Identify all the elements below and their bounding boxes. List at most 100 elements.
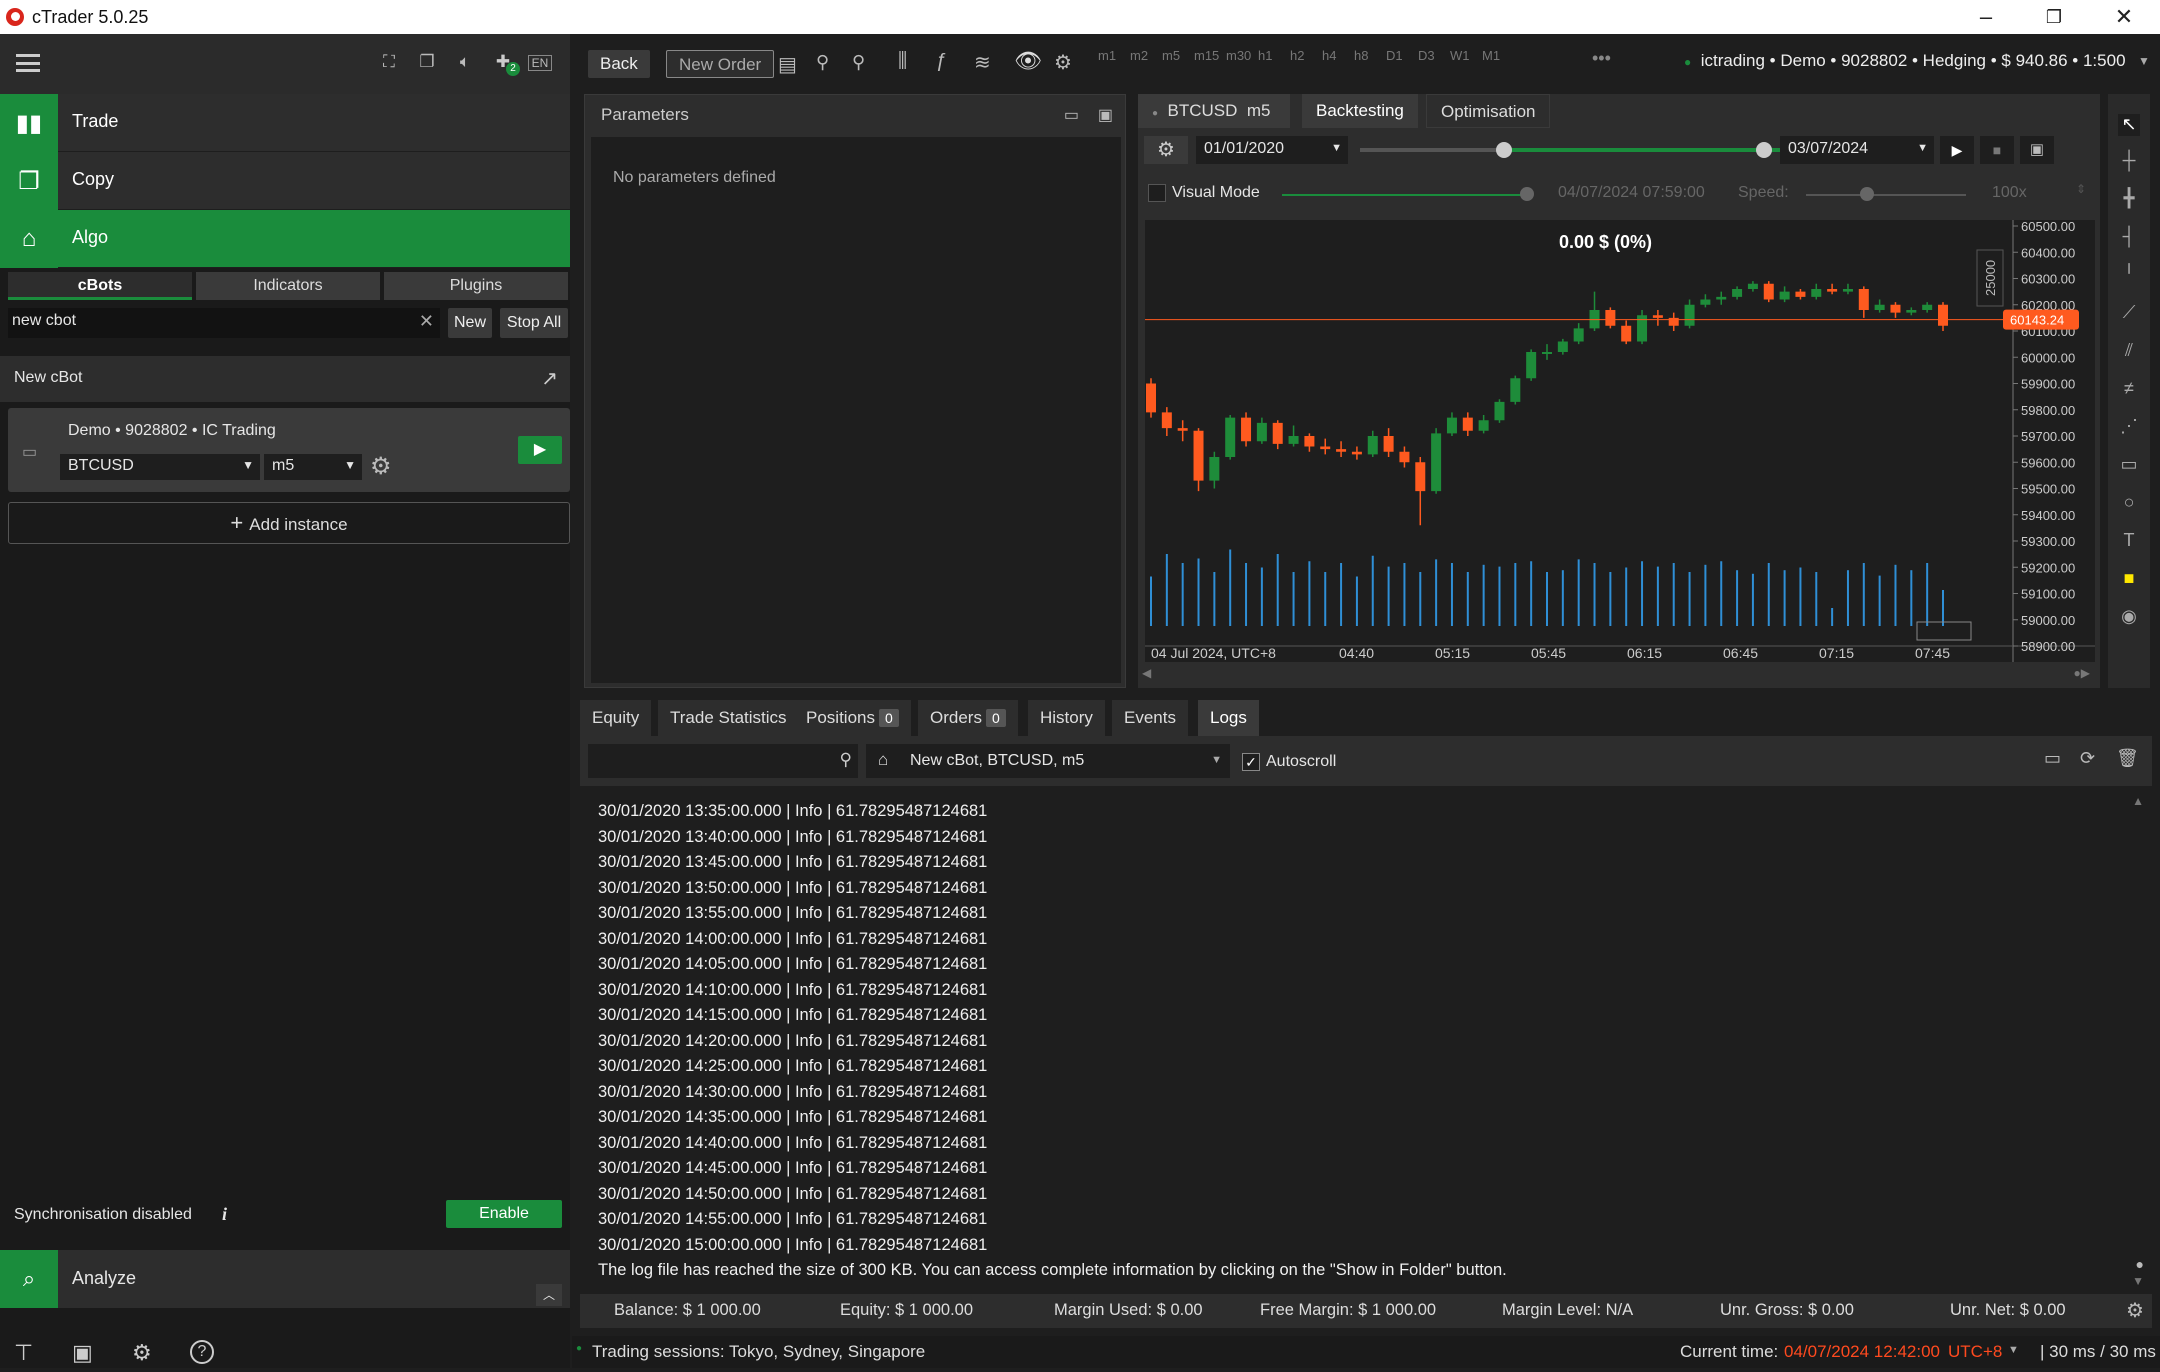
scroll-up-icon[interactable]: ▲ <box>2132 794 2144 808</box>
timeframe-h1[interactable]: h1 <box>1258 48 1272 63</box>
color-picker-icon[interactable]: ■ <box>2118 568 2140 590</box>
info-icon[interactable]: i <box>222 1204 227 1225</box>
layers-icon[interactable]: ≋ <box>974 50 991 75</box>
minimize-button[interactable]: – <box>1952 0 2020 34</box>
nav-algo[interactable]: ⌂ Algo <box>0 210 570 268</box>
timeframe-m5[interactable]: m5 <box>1162 48 1180 63</box>
tab-backtesting[interactable]: Backtesting <box>1302 94 1418 128</box>
timeframe-h8[interactable]: h8 <box>1354 48 1368 63</box>
chevron-down-icon[interactable]: ▼ <box>2138 54 2150 68</box>
new-cbot-button[interactable]: New <box>448 308 492 338</box>
sound-icon[interactable]: 🔈︎ <box>452 52 478 74</box>
timeframe-m1[interactable]: m1 <box>1098 48 1116 63</box>
collapse-icon[interactable]: ︿ <box>536 1284 562 1306</box>
nav-trade[interactable]: ▮▮ Trade <box>0 94 570 152</box>
tab-history[interactable]: History <box>1028 700 1105 736</box>
rectangle-icon[interactable]: ▭ <box>2118 454 2140 476</box>
cbot-instance[interactable]: ▭ Demo • 9028802 • IC Trading BTCUSD ▼ m… <box>8 408 570 492</box>
show-folder-icon[interactable]: ▭ <box>2044 748 2061 769</box>
indicator-icon[interactable]: ƒ <box>936 50 947 73</box>
menu-icon[interactable] <box>16 54 40 72</box>
cbot-group-header[interactable]: New cBot ↗ <box>0 356 570 402</box>
speed-slider-handle[interactable] <box>1860 187 1874 201</box>
tab-positions[interactable]: Positions 0 <box>794 700 911 736</box>
timeframe-w1[interactable]: W1 <box>1450 48 1470 63</box>
add-instance-button[interactable]: + Add instance <box>8 502 570 544</box>
tab-indicators[interactable]: Indicators <box>196 272 380 300</box>
windows-icon[interactable]: ❐ <box>414 52 440 74</box>
scroll-down-icon[interactable]: ▼ <box>2132 1274 2144 1288</box>
range-start-handle[interactable] <box>1496 142 1512 158</box>
timeframe-m15[interactable]: m15 <box>1194 48 1219 63</box>
delete-icon[interactable]: 🗑︎ <box>2116 748 2139 769</box>
scroll-left-icon[interactable]: ◀ <box>1142 666 1151 680</box>
tab-plugins[interactable]: Plugins <box>384 272 568 300</box>
tab-trade-statistics[interactable]: Trade Statistics <box>658 700 799 736</box>
zoom-out-icon[interactable]: ⚲ <box>816 52 829 73</box>
speed-stepper-icon[interactable]: ⇕ <box>2076 182 2086 196</box>
vertical-line-icon[interactable]: ┤ <box>2118 226 2140 248</box>
range-end-handle[interactable] <box>1756 142 1772 158</box>
channel-icon[interactable]: ⫽ <box>2118 340 2140 362</box>
more-icon[interactable]: ••• <box>1592 48 1611 69</box>
plugins-icon[interactable]: ✚ 2 <box>490 52 520 76</box>
terminal-icon[interactable]: ⊤ <box>14 1340 33 1366</box>
stop-button[interactable]: ■ <box>1980 136 2014 164</box>
start-date-picker[interactable]: 01/01/2020 ▼ <box>1196 136 1348 164</box>
chart-settings-icon[interactable]: ⚙ <box>1054 50 1072 75</box>
save-icon[interactable]: ▣ <box>1098 105 1113 125</box>
start-instance-button[interactable]: ▶ <box>518 436 562 464</box>
save-report-icon[interactable]: ▣ <box>2020 136 2054 164</box>
folder-icon[interactable]: ▭ <box>1064 105 1079 125</box>
timeframe-select[interactable]: m5 ▼ <box>264 454 362 480</box>
restore-button[interactable]: ❐ <box>2020 0 2088 34</box>
ellipse-icon[interactable]: ○ <box>2118 492 2140 514</box>
tab-logs[interactable]: Logs <box>1198 700 1259 736</box>
timeframe-m2[interactable]: m2 <box>1130 48 1148 63</box>
timeframe-h4[interactable]: h4 <box>1322 48 1336 63</box>
back-button[interactable]: Back <box>588 50 650 78</box>
log-search-input[interactable]: ⚲ <box>588 744 858 778</box>
account-info[interactable]: ● ictrading • Demo • 9028802 • Hedging •… <box>1684 51 2126 71</box>
end-date-picker[interactable]: 03/07/2024 ▼ <box>1780 136 1934 164</box>
timeframe-h2[interactable]: h2 <box>1290 48 1304 63</box>
timeframe-m30[interactable]: m30 <box>1226 48 1251 63</box>
fullscreen-icon[interactable]: ⛶ <box>376 52 402 74</box>
text-icon[interactable]: T <box>2118 530 2140 552</box>
zoom-in-icon[interactable]: ⚲ <box>852 52 865 73</box>
wallet-icon[interactable]: ▣ <box>72 1340 93 1366</box>
scroll-thumb-icon[interactable]: ● <box>2136 1256 2144 1272</box>
scroll-right-icon[interactable]: ●▶ <box>2074 666 2090 680</box>
chart-symbol-tab[interactable]: ● BTCUSD m5 <box>1138 94 1290 128</box>
backtest-settings-icon[interactable]: ⚙ <box>1144 136 1188 164</box>
timezone[interactable]: UTC+8 <box>1948 1342 2002 1362</box>
layout-icon[interactable]: ▤ <box>778 52 797 77</box>
cursor-icon[interactable]: ↖ <box>2118 114 2140 136</box>
cbot-search-input[interactable]: new cbot ✕ <box>8 308 440 338</box>
play-button[interactable]: ▶ <box>1940 136 1974 164</box>
chart-type-icon[interactable]: ⫼ <box>898 50 907 73</box>
autoscroll-checkbox[interactable]: ✓ <box>1242 753 1260 771</box>
edit-icon[interactable]: ↗ <box>541 366 558 391</box>
tab-equity[interactable]: Equity <box>580 700 652 736</box>
timeframe-m1[interactable]: M1 <box>1482 48 1500 63</box>
status-settings-icon[interactable]: ⚙ <box>2126 1298 2144 1323</box>
trendline-icon[interactable]: ⟋ <box>2118 302 2140 324</box>
new-order-button[interactable]: New Order <box>666 50 775 78</box>
help-icon[interactable]: ? <box>190 1340 214 1364</box>
timeframe-d3[interactable]: D3 <box>1418 48 1435 63</box>
tab-orders[interactable]: Orders 0 <box>918 700 1018 736</box>
nav-copy[interactable]: ❐ Copy <box>0 152 570 210</box>
tab-events[interactable]: Events <box>1112 700 1188 736</box>
crosshair-icon[interactable]: ┼ <box>2118 150 2140 172</box>
clear-search-icon[interactable]: ✕ <box>419 311 434 332</box>
price-chart[interactable]: 60500.00 60400.00 60300.00 60200.00 60100.00… <box>1145 219 2095 662</box>
camera-icon[interactable]: ◉ <box>2118 606 2140 628</box>
language-icon[interactable]: EN <box>528 55 552 71</box>
ray-icon[interactable]: ╵ <box>2118 264 2140 286</box>
tab-cbots[interactable]: cBots <box>8 272 192 300</box>
stop-all-button[interactable]: Stop All <box>500 308 568 338</box>
fibonacci-icon[interactable]: ≠ <box>2118 378 2140 400</box>
visual-mode-checkbox[interactable] <box>1148 184 1166 202</box>
gear-icon[interactable]: ⚙ <box>370 452 392 481</box>
